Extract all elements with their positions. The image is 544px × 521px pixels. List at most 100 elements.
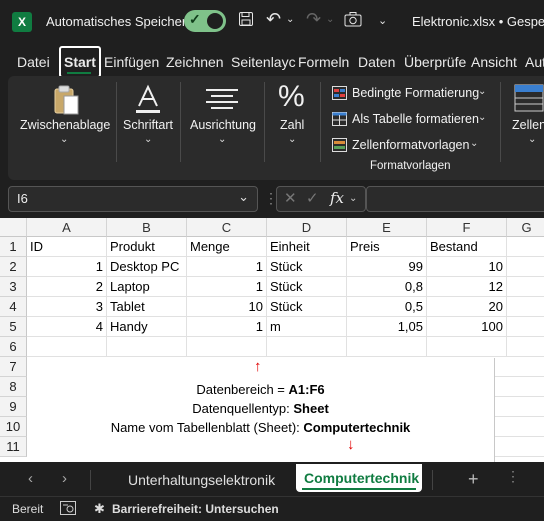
- name-box[interactable]: I6 ⌄: [8, 186, 258, 212]
- cell[interactable]: 1: [187, 257, 267, 277]
- conditional-format-icon[interactable]: [332, 86, 347, 105]
- cell[interactable]: [507, 317, 544, 337]
- format-as-table-button[interactable]: Als Tabelle formatieren: [352, 112, 479, 126]
- cell[interactable]: 1: [187, 277, 267, 297]
- cell[interactable]: Preis: [347, 237, 427, 257]
- row-header[interactable]: 11: [0, 437, 27, 457]
- cell[interactable]: [507, 277, 544, 297]
- cell[interactable]: 2: [27, 277, 107, 297]
- row-header[interactable]: 6: [0, 337, 27, 357]
- cells-icon[interactable]: [514, 84, 544, 117]
- chevron-down-icon[interactable]: ⌄: [349, 193, 357, 204]
- cell[interactable]: 1: [187, 317, 267, 337]
- cell[interactable]: [494, 397, 544, 417]
- cell[interactable]: [507, 237, 544, 257]
- insert-function-icon[interactable]: fx: [330, 189, 344, 207]
- column-header-c[interactable]: C: [187, 218, 267, 237]
- cell-styles-icon[interactable]: [332, 138, 347, 157]
- camera-icon[interactable]: [344, 11, 362, 32]
- number-label[interactable]: Zahl: [280, 118, 304, 132]
- row-header[interactable]: 8: [0, 377, 27, 397]
- cell[interactable]: 1: [27, 257, 107, 277]
- sheet-tab-computertechnik[interactable]: Computertechnik: [296, 464, 422, 492]
- column-header-b[interactable]: B: [107, 218, 187, 237]
- more-options-icon[interactable]: ⋮: [506, 468, 520, 485]
- add-sheet-icon[interactable]: +: [468, 469, 479, 490]
- cell[interactable]: Einheit: [267, 237, 347, 257]
- cell[interactable]: Tablet: [107, 297, 187, 317]
- column-header-g[interactable]: G: [507, 218, 544, 237]
- cell[interactable]: [347, 337, 427, 357]
- chevron-down-icon[interactable]: ⌄: [288, 134, 296, 145]
- redo-dropdown-icon[interactable]: ⌄: [326, 14, 334, 25]
- column-header-a[interactable]: A: [27, 218, 107, 237]
- cells-label[interactable]: Zellen: [512, 118, 544, 132]
- cell[interactable]: ID: [27, 237, 107, 257]
- row-header[interactable]: 7: [0, 357, 27, 377]
- cell[interactable]: 100: [427, 317, 507, 337]
- clipboard-icon[interactable]: [52, 84, 80, 121]
- row-header[interactable]: 10: [0, 417, 27, 437]
- cell[interactable]: [494, 357, 544, 377]
- cell[interactable]: [267, 337, 347, 357]
- tab-start[interactable]: Start: [64, 54, 96, 70]
- chevron-down-icon[interactable]: ⌄: [528, 134, 536, 145]
- tab-zeichnen[interactable]: Zeichnen: [166, 54, 224, 70]
- cell[interactable]: [107, 337, 187, 357]
- cell[interactable]: 20: [427, 297, 507, 317]
- tab-datei[interactable]: Datei: [17, 54, 50, 70]
- chevron-down-icon[interactable]: ⌄: [144, 134, 152, 145]
- cell[interactable]: [507, 337, 544, 357]
- row-header[interactable]: 1: [0, 237, 27, 257]
- cell[interactable]: 3: [27, 297, 107, 317]
- tab-seitenlayout[interactable]: Seitenlayc: [231, 54, 296, 70]
- confirm-icon[interactable]: ✓: [306, 189, 319, 207]
- next-sheet-icon[interactable]: ›: [62, 470, 67, 487]
- tab-einfuegen[interactable]: Einfügen: [104, 54, 159, 70]
- cell[interactable]: 1,05: [347, 317, 427, 337]
- cell[interactable]: 4: [27, 317, 107, 337]
- cell[interactable]: [494, 437, 544, 457]
- cell[interactable]: Bestand: [427, 237, 507, 257]
- font-a-icon[interactable]: [134, 84, 162, 119]
- cell[interactable]: 10: [427, 257, 507, 277]
- accessibility-icon[interactable]: ✱: [94, 501, 105, 517]
- row-header[interactable]: 9: [0, 397, 27, 417]
- cell[interactable]: Produkt: [107, 237, 187, 257]
- macro-record-icon[interactable]: [60, 501, 76, 520]
- cell[interactable]: [494, 377, 544, 397]
- chevron-down-icon[interactable]: ⌄: [478, 112, 486, 123]
- cell[interactable]: Stück: [267, 297, 347, 317]
- tab-ueberpruefen[interactable]: Überprüfe: [404, 54, 466, 70]
- cancel-icon[interactable]: ✕: [284, 189, 297, 207]
- sheet-tab-unterhaltungselektronik[interactable]: Unterhaltungselektronik: [128, 472, 275, 488]
- tab-formeln[interactable]: Formeln: [298, 54, 349, 70]
- alignment-label[interactable]: Ausrichtung: [190, 118, 256, 132]
- percent-icon[interactable]: %: [278, 80, 305, 114]
- cell[interactable]: 10: [187, 297, 267, 317]
- cell[interactable]: Desktop PC: [107, 257, 187, 277]
- cell[interactable]: 0,5: [347, 297, 427, 317]
- redo-icon[interactable]: ↷: [306, 9, 321, 30]
- undo-dropdown-icon[interactable]: ⌄: [286, 14, 294, 25]
- autosave-toggle[interactable]: ✓: [184, 10, 226, 32]
- cell[interactable]: [187, 337, 267, 357]
- row-header[interactable]: 5: [0, 317, 27, 337]
- cell[interactable]: [507, 297, 544, 317]
- undo-icon[interactable]: ↶: [266, 9, 281, 30]
- cell[interactable]: [494, 417, 544, 437]
- tab-ansicht[interactable]: Ansicht: [471, 54, 517, 70]
- cell[interactable]: [427, 337, 507, 357]
- save-icon[interactable]: [238, 11, 254, 32]
- cell[interactable]: 99: [347, 257, 427, 277]
- more-icon[interactable]: ⌄: [378, 14, 387, 27]
- cell[interactable]: 12: [427, 277, 507, 297]
- chevron-down-icon[interactable]: ⌄: [238, 189, 249, 205]
- cell[interactable]: 0,8: [347, 277, 427, 297]
- clipboard-label[interactable]: Zwischenablage: [20, 118, 110, 132]
- chevron-down-icon[interactable]: ⌄: [478, 86, 486, 97]
- column-header-e[interactable]: E: [347, 218, 427, 237]
- tab-daten[interactable]: Daten: [358, 54, 395, 70]
- prev-sheet-icon[interactable]: ‹: [28, 470, 33, 487]
- align-lines-icon[interactable]: [206, 88, 238, 117]
